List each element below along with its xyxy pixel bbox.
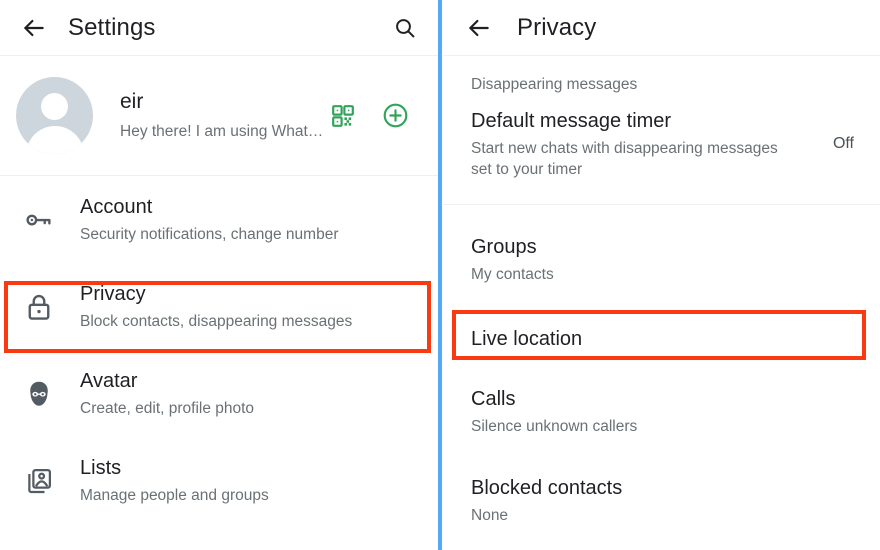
screenshot-root: Settings eir Hey there! I am using What…… <box>0 0 880 550</box>
sidebar-item-label: Avatar <box>80 369 138 392</box>
sidebar-item-sublabel: Manage people and groups <box>80 486 269 504</box>
sidebar-item-label: Account <box>80 195 153 218</box>
sidebar-item-lists[interactable]: Lists Manage people and groups <box>0 437 438 524</box>
sidebar-item-text: Avatar Create, edit, profile photo <box>80 369 254 419</box>
profile-name: eir <box>120 90 144 114</box>
back-button[interactable] <box>459 8 499 48</box>
privacy-item-calls[interactable]: Calls Silence unknown callers <box>443 387 880 438</box>
privacy-item-sublabel: My contacts <box>471 266 554 284</box>
sidebar-item-sublabel: Create, edit, profile photo <box>80 399 255 417</box>
sidebar-item-label: Lists <box>80 456 122 479</box>
settings-panel: Settings eir Hey there! I am using What…… <box>0 0 438 550</box>
back-button[interactable] <box>14 8 54 48</box>
avatar-body-shape <box>25 126 84 154</box>
privacy-panel: Privacy Disappearing messages Default me… <box>443 0 880 550</box>
sidebar-item-sublabel: Block contacts, disappearing messages <box>80 312 353 330</box>
person-avatar-placeholder[interactable] <box>16 77 93 154</box>
lists-photo-icon <box>18 460 60 502</box>
privacy-item-live-location[interactable]: Live location <box>443 327 880 351</box>
privacy-item-label: Live location <box>471 328 583 351</box>
qr-code-icon <box>331 104 355 128</box>
privacy-appbar: Privacy <box>443 0 880 55</box>
profile-status: Hey there! I am using What… <box>120 123 324 141</box>
sidebar-item-text: Privacy Block contacts, disappearing mes… <box>80 282 352 332</box>
lock-icon <box>18 286 60 328</box>
add-contact-button[interactable] <box>380 101 410 131</box>
privacy-item-value: Off <box>832 134 854 152</box>
search-button[interactable] <box>384 7 426 49</box>
privacy-item-groups[interactable]: Groups My contacts <box>443 235 880 286</box>
avatar-face-icon <box>18 373 60 415</box>
sidebar-item-privacy[interactable]: Privacy Block contacts, disappearing mes… <box>0 263 438 350</box>
page-title: Privacy <box>517 13 597 41</box>
privacy-item-text: Live location <box>471 327 864 351</box>
avatar-head-shape <box>41 93 68 120</box>
sidebar-item-label: Privacy <box>80 282 146 305</box>
sidebar-item-account[interactable]: Account Security notifications, change n… <box>0 176 438 263</box>
profile-row[interactable]: eir Hey there! I am using What… <box>0 56 438 175</box>
sidebar-item-avatar[interactable]: Avatar Create, edit, profile photo <box>0 350 438 437</box>
privacy-item-text: Calls Silence unknown callers <box>471 387 864 438</box>
privacy-item-text: Default message timer Start new chats wi… <box>471 109 819 181</box>
privacy-item-label: Groups <box>471 236 537 259</box>
page-title: Settings <box>68 13 156 41</box>
plus-circle-icon <box>382 102 409 129</box>
settings-appbar: Settings <box>0 0 438 55</box>
privacy-item-sublabel: None <box>471 507 509 525</box>
section-header-disappearing-messages: Disappearing messages <box>471 76 638 93</box>
qr-code-button[interactable] <box>328 101 358 131</box>
privacy-item-label: Calls <box>471 388 516 411</box>
privacy-item-blocked-contacts[interactable]: Blocked contacts None <box>443 476 880 527</box>
profile-actions <box>328 101 410 131</box>
privacy-item-default-message-timer[interactable]: Default message timer Start new chats wi… <box>443 109 880 181</box>
panel-split-divider <box>438 0 442 550</box>
privacy-item-sublabel: Start new chats with disappearing messag… <box>471 139 778 178</box>
sidebar-item-sublabel: Security notifications, change number <box>80 225 339 243</box>
key-icon <box>18 199 60 241</box>
privacy-item-text: Blocked contacts None <box>471 476 864 527</box>
profile-text-block: eir Hey there! I am using What… <box>120 89 328 142</box>
settings-list: Account Security notifications, change n… <box>0 176 438 524</box>
privacy-item-text: Groups My contacts <box>471 235 864 286</box>
sidebar-item-text: Lists Manage people and groups <box>80 456 269 506</box>
privacy-item-label: Default message timer <box>471 109 672 132</box>
privacy-item-label: Blocked contacts <box>471 477 623 500</box>
privacy-section-divider <box>443 204 880 206</box>
search-icon <box>393 16 417 40</box>
arrow-left-icon <box>466 15 492 41</box>
privacy-item-sublabel: Silence unknown callers <box>471 418 638 436</box>
arrow-left-icon <box>21 15 47 41</box>
sidebar-item-text: Account Security notifications, change n… <box>80 195 338 245</box>
